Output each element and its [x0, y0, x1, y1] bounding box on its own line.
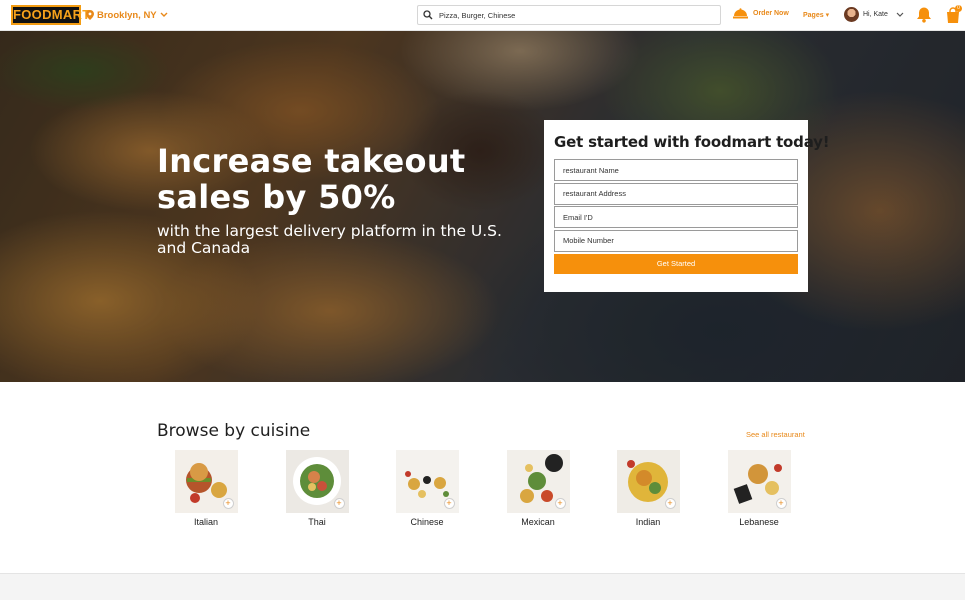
caret-down-icon: ▾	[823, 12, 830, 19]
add-icon[interactable]: +	[554, 498, 566, 509]
cart-button[interactable]: 0	[945, 5, 962, 24]
get-started-button[interactable]: Get Started	[554, 253, 798, 274]
order-now-link[interactable]: Order Now	[733, 8, 789, 19]
cuisine-image: +	[616, 450, 680, 513]
restaurant-name-field[interactable]	[554, 159, 798, 181]
location-label: Brooklyn, NY	[97, 9, 157, 21]
cuisine-name: Indian	[635, 517, 661, 527]
hero-title: Increase takeout sales by 50%	[157, 142, 466, 216]
cuisine-name: Thai	[308, 517, 326, 527]
location-pin-icon	[86, 10, 94, 20]
cuisine-card-chinese[interactable]: + Chinese	[382, 450, 472, 527]
pages-menu[interactable]: Pages ▾	[803, 11, 829, 19]
email-field[interactable]	[554, 206, 798, 228]
cuisine-name: Lebanese	[739, 517, 779, 527]
chevron-down-icon	[160, 12, 168, 17]
footer-band	[0, 573, 965, 600]
top-nav: FOODMART Brooklyn, NY Order Now Pages ▾ …	[0, 0, 965, 31]
cuisine-card-thai[interactable]: + Thai	[272, 450, 362, 527]
chevron-down-icon	[896, 12, 904, 17]
location-selector[interactable]: Brooklyn, NY	[86, 8, 168, 22]
signup-title: Get started with foodmart today!	[554, 133, 830, 151]
order-now-label: Order Now	[753, 10, 789, 17]
cuisine-name: Mexican	[521, 517, 555, 527]
bell-icon[interactable]	[916, 6, 932, 23]
avatar	[844, 7, 859, 22]
hero-subtitle: with the largest delivery platform in th…	[157, 222, 502, 257]
search-icon	[423, 10, 433, 20]
user-menu[interactable]: Hi, Kate	[844, 7, 904, 22]
see-all-restaurant-link[interactable]: See all restaurant	[746, 430, 805, 439]
cuisine-image: +	[174, 450, 238, 513]
hero-banner: Increase takeout sales by 50% with the l…	[0, 31, 965, 382]
cuisine-name: Chinese	[410, 517, 444, 527]
search-bar[interactable]	[417, 5, 721, 25]
cuisine-card-lebanese[interactable]: + Lebanese	[714, 450, 804, 527]
browse-title: Browse by cuisine	[157, 421, 311, 441]
foodmart-logo[interactable]: FOODMART	[11, 5, 90, 25]
cuisine-card-indian[interactable]: + Indian	[603, 450, 693, 527]
add-icon[interactable]: +	[443, 498, 455, 509]
add-icon[interactable]: +	[664, 498, 676, 509]
cart-count-badge: 0	[955, 5, 962, 12]
add-icon[interactable]: +	[775, 498, 787, 509]
restaurant-address-field[interactable]	[554, 182, 798, 205]
cuisine-image: +	[727, 450, 791, 513]
add-icon[interactable]: +	[333, 498, 345, 509]
cuisine-image: +	[285, 450, 349, 513]
user-greeting: Hi, Kate	[863, 11, 888, 18]
food-cloche-icon	[733, 8, 748, 19]
cuisine-name: Italian	[193, 517, 219, 527]
search-input[interactable]	[439, 10, 699, 20]
cuisine-image: +	[506, 450, 570, 513]
hero-text: Increase takeout sales by 50% with the l…	[157, 143, 537, 257]
signup-card: Get started with foodmart today! Get Sta…	[544, 120, 830, 292]
cuisine-image: +	[395, 450, 459, 513]
add-icon[interactable]: +	[222, 498, 234, 509]
cuisine-card-mexican[interactable]: + Mexican	[493, 450, 583, 527]
pages-label: Pages	[803, 12, 824, 19]
cuisine-card-italian[interactable]: + Italian	[161, 450, 251, 527]
mobile-number-field[interactable]	[554, 229, 798, 252]
